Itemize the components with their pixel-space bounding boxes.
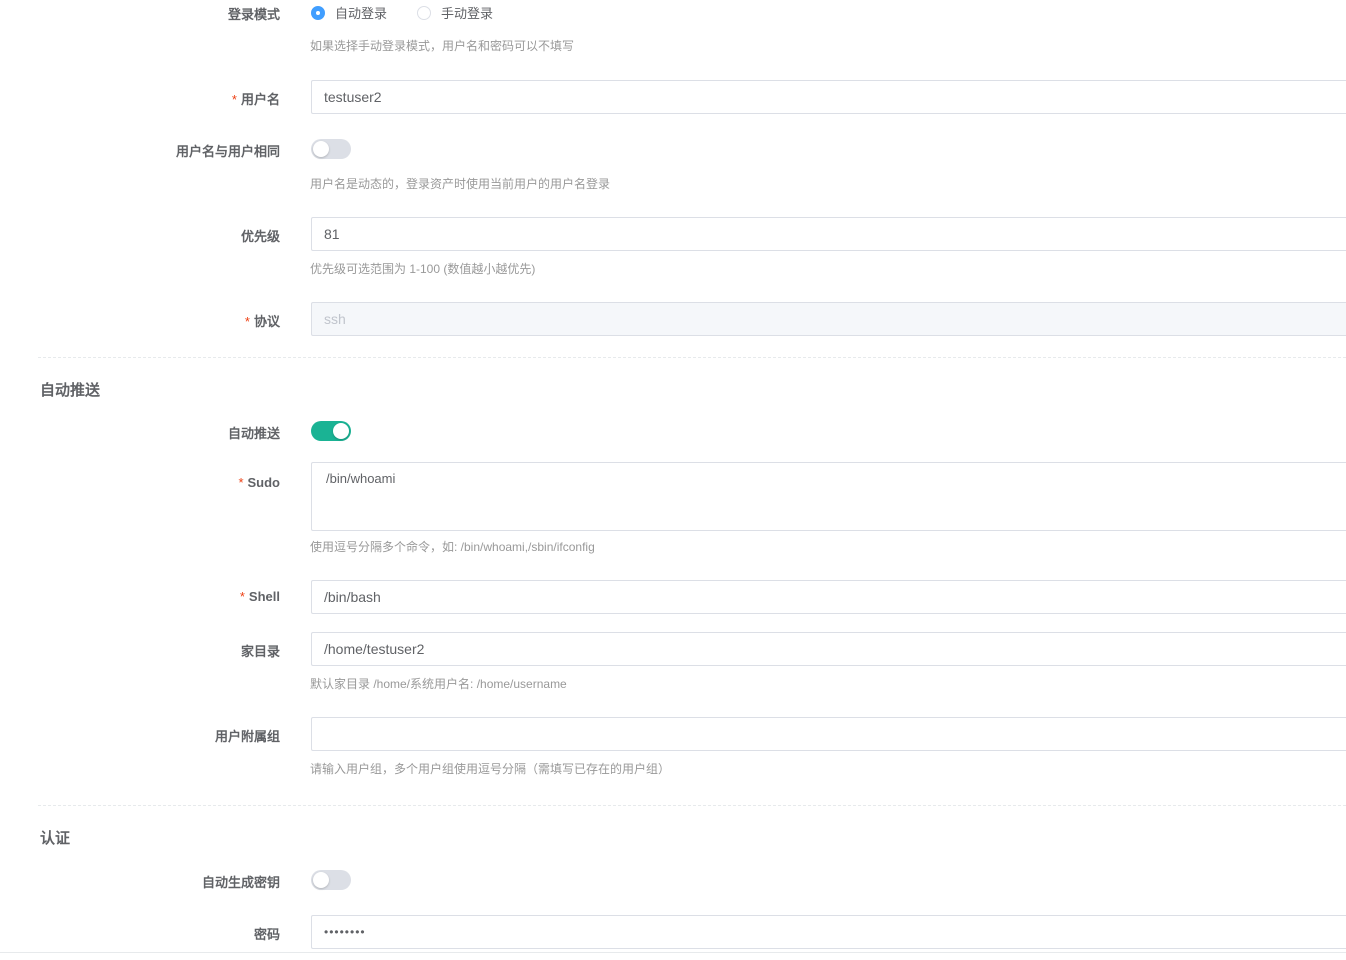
priority-row: 优先级 81 优先级可选范围为 1-100 (数值越小越优先) [0, 217, 1346, 277]
sudo-label: * Sudo [238, 475, 280, 490]
password-label: 密码 [253, 927, 280, 942]
protocol-input: ssh [311, 302, 1346, 336]
auto-push-row: 自动推送 [0, 421, 1346, 441]
password-input[interactable]: •••••••• [311, 915, 1346, 949]
required-mark: * [244, 314, 250, 329]
required-mark: * [231, 92, 237, 107]
groups-input[interactable] [311, 717, 1346, 751]
username-same-label: 用户名与用户相同 [175, 144, 280, 159]
auto-push-label: 自动推送 [227, 426, 280, 441]
required-mark: * [239, 589, 245, 604]
sudo-textarea[interactable]: /bin/whoami [311, 462, 1346, 531]
required-mark: * [238, 475, 244, 490]
shell-row: * Shell /bin/bash [0, 580, 1346, 614]
priority-label: 优先级 [240, 229, 280, 244]
radio-checked-icon [311, 5, 325, 20]
radio-auto-login-label: 自动登录 [335, 6, 388, 21]
home-row: 家目录 /home/testuser2 默认家目录 /home/系统用户名: /… [0, 632, 1346, 692]
switch-knob [313, 872, 329, 888]
radio-manual-login-label: 手动登录 [441, 6, 494, 21]
auto-key-switch[interactable] [311, 870, 351, 890]
username-same-switch[interactable] [311, 139, 351, 159]
groups-row: 用户附属组 请输入用户组，多个用户组使用逗号分隔（需填写已存在的用户组） [0, 717, 1346, 777]
login-mode-radio-group: 自动登录 手动登录 [311, 3, 523, 22]
auto-push-switch[interactable] [311, 421, 351, 441]
password-row: 密码 •••••••• [0, 915, 1346, 949]
system-user-form: 登录模式 自动登录 手动登录 如果选择手动登录模式，用户名和密码可以不填写 * 用… [0, 0, 1346, 960]
section-divider [38, 357, 1346, 358]
login-mode-hint: 如果选择手动登录模式，用户名和密码可以不填写 [310, 39, 575, 53]
groups-hint: 请输入用户组，多个用户组使用逗号分隔（需填写已存在的用户组） [310, 762, 671, 776]
username-same-hint: 用户名是动态的，登录资产时使用当前用户的用户名登录 [310, 177, 611, 191]
login-mode-row: 登录模式 自动登录 手动登录 如果选择手动登录模式，用户名和密码可以不填写 [0, 0, 1346, 60]
switch-knob [313, 141, 329, 157]
auto-push-section-title: 自动推送 [40, 382, 101, 399]
home-input[interactable]: /home/testuser2 [311, 632, 1346, 666]
radio-manual-login[interactable]: 手动登录 [417, 3, 493, 22]
priority-hint: 优先级可选范围为 1-100 (数值越小越优先) [310, 262, 536, 276]
priority-input[interactable]: 81 [311, 217, 1346, 251]
username-row: * 用户名 testuser2 [0, 80, 1346, 114]
auto-key-label: 自动生成密钥 [201, 875, 280, 890]
home-hint: 默认家目录 /home/系统用户名: /home/username [310, 677, 567, 691]
bottom-border [0, 952, 1346, 953]
username-label: * 用户名 [231, 92, 280, 107]
login-mode-label: 登录模式 [227, 7, 280, 22]
radio-unchecked-icon [417, 5, 432, 20]
groups-label: 用户附属组 [214, 729, 280, 744]
home-label: 家目录 [240, 644, 280, 659]
shell-input[interactable]: /bin/bash [311, 580, 1346, 614]
auth-section-title: 认证 [40, 830, 71, 847]
username-input[interactable]: testuser2 [311, 80, 1346, 114]
protocol-row: * 协议 ssh [0, 302, 1346, 336]
section-divider [38, 805, 1346, 806]
switch-knob [333, 423, 349, 439]
shell-label: * Shell [239, 589, 280, 604]
sudo-row: * Sudo /bin/whoami 使用逗号分隔多个命令，如: /bin/who… [0, 462, 1346, 557]
sudo-hint: 使用逗号分隔多个命令，如: /bin/whoami,/sbin/ifconfig [310, 540, 595, 554]
username-same-row: 用户名与用户相同 用户名是动态的，登录资产时使用当前用户的用户名登录 [0, 139, 1346, 194]
auto-key-row: 自动生成密钥 [0, 870, 1346, 890]
radio-auto-login[interactable]: 自动登录 [311, 3, 387, 22]
protocol-label: * 协议 [244, 314, 280, 329]
